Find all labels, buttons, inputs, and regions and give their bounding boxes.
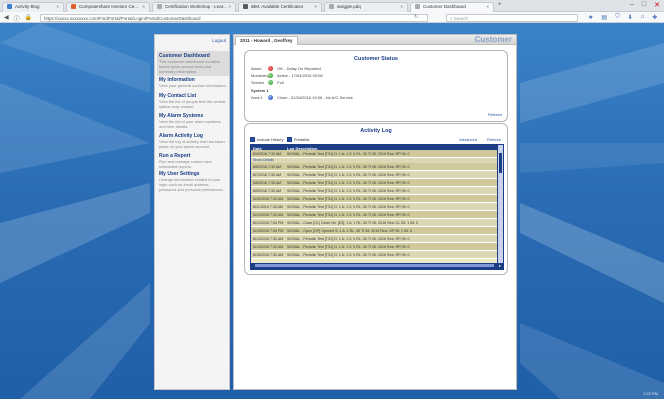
window-controls: – □ ✕	[630, 1, 660, 9]
table-row[interactable]: 8/9/2016 7:30 AM SIGNAL - Periodic Test […	[251, 187, 498, 195]
favicon-icon	[7, 4, 12, 10]
nav-buttons: ◀ ⓘ 🔒	[4, 14, 32, 23]
activity-log-panel: Activity Log Include History Printable A…	[244, 123, 508, 275]
browser-search-input[interactable]: ⌕ Search	[446, 13, 578, 22]
table-row[interactable]: 8/11/2016 7:30 AM SIGNAL - Periodic Test …	[251, 203, 498, 211]
nav-item-my-alarm-systems[interactable]: My Alarm Systems View the list of your a…	[157, 111, 229, 131]
left-navigation: Logout Customer Dashboard This customer …	[154, 34, 230, 390]
table-row[interactable]: 8/4/2016 7:30 AM SIGNAL - Periodic Test […	[251, 150, 498, 158]
activity-options: Include History Printable	[250, 137, 310, 143]
scrollbar-thumb[interactable]	[255, 264, 494, 267]
status-refresh-link[interactable]: Refresh	[488, 112, 502, 117]
maximize-icon[interactable]: □	[642, 1, 646, 9]
close-window-icon[interactable]: ✕	[654, 1, 660, 9]
close-tab-icon[interactable]: ×	[228, 4, 231, 9]
info-icon[interactable]: ⓘ	[14, 14, 20, 23]
main-header: 2011 - Howard , Geoffrey Customer	[234, 35, 516, 45]
alarm-status-icon	[268, 66, 274, 72]
close-tab-icon[interactable]: ×	[486, 4, 489, 9]
customer-status-panel: Customer Status Alarm OK - Delay On Repo…	[244, 50, 508, 122]
table-row[interactable]: 8/10/2016 7:30 AM SIGNAL - Periodic Test …	[251, 195, 498, 203]
table-row[interactable]: 8/13/2016 7:54 PM SIGNAL - Open [OP] Open…	[251, 227, 498, 235]
activity-log-title: Activity Log	[360, 128, 392, 134]
table-row[interactable]: 8/8/2016 7:30 AM SIGNAL - Periodic Test […	[251, 179, 498, 187]
browser-tab[interactable]: Activity Blog ×	[2, 2, 64, 12]
scroll-corner-icon: ▸	[497, 263, 503, 269]
service-status-icon	[268, 80, 274, 86]
close-tab-icon[interactable]: ×	[314, 4, 317, 9]
close-tab-icon[interactable]: ×	[400, 4, 403, 9]
toolbar-icons: ★ ▤ ⛉ ⬇ ⌂ ✚ ◐ ≡	[588, 14, 664, 21]
table-row[interactable]: 8/7/2016 7:30 AM SIGNAL - Periodic Test […	[251, 171, 498, 179]
favicon-icon	[71, 4, 76, 10]
nav-item-alarm-activity-log[interactable]: Alarm Activity Log View the log of activ…	[157, 131, 229, 151]
table-row[interactable]: 8/13/2016 7:30 AM SIGNAL - Periodic Test …	[251, 235, 498, 243]
back-icon[interactable]: ◀	[4, 14, 9, 23]
log-vertical-scrollbar[interactable]	[497, 145, 503, 269]
close-tab-icon[interactable]: ×	[142, 4, 145, 9]
extension-icon[interactable]: ✚	[652, 14, 657, 21]
favicon-icon	[157, 4, 162, 10]
browser-tab[interactable]: Certification Workshop - Lear... ×	[152, 2, 236, 12]
brand-title: Customer	[474, 35, 512, 44]
nav-item-my-information[interactable]: My Information View your general contact…	[157, 75, 229, 90]
nav-item-customer-dashboard[interactable]: Customer Dashboard This customer dashboa…	[157, 51, 229, 76]
system-label: System 1	[251, 88, 269, 93]
lock-icon: 🔒	[24, 15, 33, 21]
table-row[interactable]: 8/12/2016 7:54 PM SIGNAL - Close [CL] Clo…	[251, 219, 498, 227]
reader-icon[interactable]: ▤	[601, 14, 607, 21]
status-row-area: Area 1 Close - 01/04/2016 19:06 - No A/C…	[251, 95, 353, 101]
table-row[interactable]: 8/5/2016 7:30 AM SIGNAL - Periodic Test […	[251, 163, 498, 171]
monitoring-status-icon	[268, 73, 274, 79]
area-status-icon	[268, 95, 274, 101]
nav-item-run-a-report[interactable]: Run a Report Run and manage custom and s…	[157, 151, 229, 171]
status-row-alarm: Alarm OK - Delay On Reported	[251, 66, 321, 72]
activity-log-table: Date Log Description 8/4/2016 7:30 AM SIG…	[250, 144, 504, 270]
status-row-service: Service Full	[251, 80, 284, 86]
advanced-link[interactable]: Advanced	[459, 137, 477, 142]
address-bar: ◀ ⓘ 🔒 https://xxxxx.xxxxxxxx.com/FindPor…	[0, 12, 664, 23]
favicon-icon	[415, 4, 420, 10]
printable-checkbox[interactable]	[286, 137, 292, 143]
logout-link[interactable]: Logout	[212, 38, 226, 43]
table-row[interactable]: 8/14/2016 7:30 AM SIGNAL - Periodic Test …	[251, 243, 498, 251]
favicon-icon	[243, 4, 248, 10]
browser-tab[interactable]: swiggle.pdq ×	[324, 2, 408, 12]
home-icon[interactable]: ⌂	[641, 14, 645, 21]
table-row[interactable]: 8/15/2016 7:30 AM SIGNAL - Periodic Test …	[251, 251, 498, 259]
reload-icon[interactable]: ↻	[414, 14, 418, 20]
browser-tab-bar: Activity Blog × Computershare Investor Ce…	[0, 0, 664, 12]
nav-item-my-user-settings[interactable]: My User Settings Change information rela…	[157, 169, 229, 194]
star-icon[interactable]: ★	[588, 14, 593, 21]
minimize-icon[interactable]: –	[630, 1, 634, 9]
shield-icon[interactable]: ⛉	[615, 14, 620, 21]
scrollbar-thumb[interactable]	[499, 153, 502, 173]
nav-item-my-contact-list[interactable]: My Contact List View the list of people …	[157, 91, 229, 111]
browser-tab[interactable]: Computershare Investor Ce... ×	[66, 2, 150, 12]
log-horizontal-scrollbar[interactable]	[251, 263, 498, 269]
url-field[interactable]: https://xxxxx.xxxxxxxx.com/FindPortal/Po…	[40, 13, 428, 22]
new-tab-icon[interactable]: +	[498, 2, 502, 8]
customer-status-title: Customer Status	[353, 56, 398, 62]
account-tab[interactable]: 2011 - Howard , Geoffrey	[235, 36, 298, 45]
taskbar-clock: 1:22 PM	[643, 391, 658, 396]
main-panel: 2011 - Howard , Geoffrey Customer Custom…	[233, 34, 517, 390]
table-row[interactable]: 8/12/2016 7:30 AM SIGNAL - Periodic Test …	[251, 211, 498, 219]
activity-refresh-link[interactable]: Refresh	[487, 137, 501, 142]
include-history-checkbox[interactable]	[250, 137, 255, 143]
favicon-icon	[329, 4, 334, 10]
browser-tab[interactable]: IBM: Available Certificates ×	[238, 2, 322, 12]
download-icon[interactable]: ⬇	[628, 14, 633, 21]
close-tab-icon[interactable]: ×	[56, 4, 59, 9]
browser-tab-active[interactable]: Customer Dashboard ×	[410, 2, 494, 12]
status-row-monitoring: Monitoring Active - 17/04/2016 09:06	[251, 73, 323, 79]
